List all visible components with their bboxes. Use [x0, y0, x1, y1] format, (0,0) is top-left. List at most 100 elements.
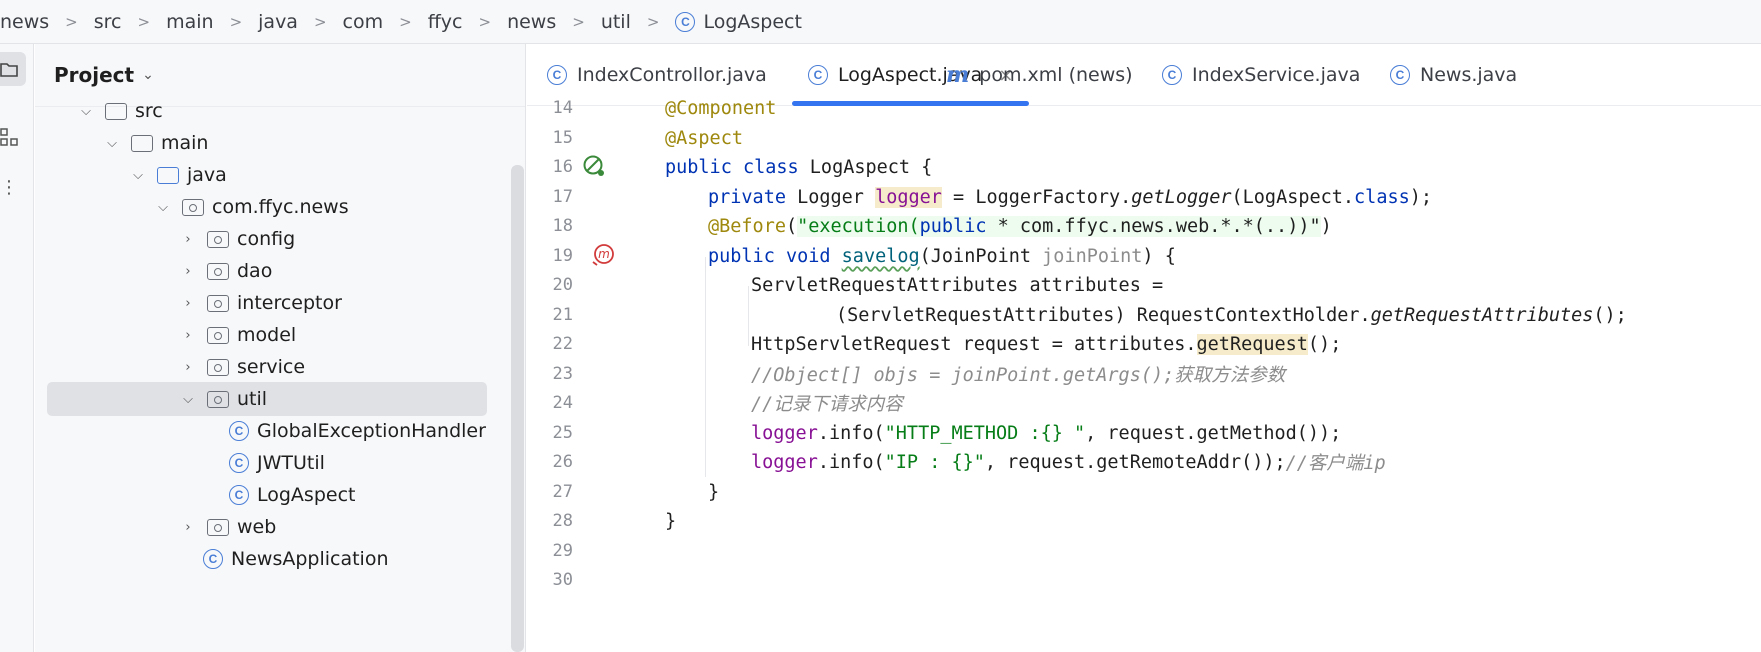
line-number: 26 [552, 452, 573, 472]
code-line: @Aspect [665, 122, 743, 154]
code-token: = LoggerFactory. [941, 186, 1132, 208]
class-icon: C [675, 11, 696, 32]
code-token: joinPoint [1042, 245, 1143, 267]
tree-node-label: main [161, 132, 209, 154]
tree-node-label: model [237, 324, 297, 346]
code-token: logger [875, 186, 942, 208]
maven-icon: m [946, 62, 970, 88]
project-scrollbar[interactable] [511, 165, 524, 652]
breadcrumb-item[interactable]: src [94, 11, 122, 33]
breadcrumb-item[interactable]: main [166, 11, 213, 33]
more-icon[interactable]: ⋮ [0, 170, 26, 204]
code-token: class [1354, 186, 1410, 208]
tree-node-model[interactable]: › model [179, 318, 296, 352]
tree-node-interceptor[interactable]: › interceptor [179, 286, 342, 320]
class-icon: C [229, 421, 249, 441]
tree-node-globalexceptionhandler[interactable]: C GlobalExceptionHandler [229, 414, 486, 448]
breadcrumb-item[interactable]: news [507, 11, 556, 33]
line-number: 16 [552, 157, 573, 177]
code-token: ( [785, 215, 798, 237]
line-number: 28 [552, 511, 573, 531]
code-token: LogAspect { [798, 156, 933, 178]
tree-node-util[interactable]: ⌵ util [47, 382, 487, 416]
code-token: "HTTP_METHOD :{} " [884, 422, 1086, 444]
line-number: 29 [552, 541, 573, 561]
breadcrumb-current[interactable]: C LogAspect [675, 11, 802, 33]
code-token: (); [1307, 333, 1342, 355]
chevron-right-icon[interactable]: › [179, 264, 197, 279]
tree-node-config[interactable]: › config [179, 222, 295, 256]
tab-label: pom.xml (news) [979, 64, 1133, 86]
structure-icon[interactable] [0, 120, 26, 154]
aop-advice-icon[interactable]: m [591, 242, 617, 268]
chevron-right-icon[interactable]: › [179, 520, 197, 535]
code-token: (LogAspect. [1231, 186, 1355, 208]
tab-label: News.java [1420, 64, 1518, 86]
tree-node-label: config [237, 228, 296, 250]
tree-node-label: web [237, 516, 277, 538]
breadcrumb-item[interactable]: ffyc [428, 11, 463, 33]
spring-boot-class-icon: C [203, 549, 223, 569]
breadcrumb: news > src > main > java > com > ffyc > news > … [0, 0, 1761, 44]
code-area[interactable]: @Component @Aspect public class LogAspec… [657, 98, 1761, 652]
line-number: 15 [552, 128, 573, 148]
breadcrumb-item[interactable]: util [601, 11, 631, 33]
chevron-right-icon[interactable]: › [179, 296, 197, 311]
spring-bean-icon[interactable] [581, 153, 607, 179]
chevron-down-icon[interactable]: ⌵ [154, 200, 172, 215]
line-number: 25 [552, 423, 573, 443]
tree-node-com-ffyc-news[interactable]: ⌵ com.ffyc.news [154, 190, 349, 224]
line-number: 17 [552, 187, 573, 207]
code-line: ServletRequestAttributes attributes = [751, 269, 1163, 301]
chevron-right-icon: > [229, 12, 243, 31]
code-token: .info( [817, 451, 885, 473]
tab-indexservice[interactable]: C IndexService.java [1162, 44, 1360, 106]
code-token: getLogger [1131, 186, 1232, 208]
code-line: private Logger logger = LoggerFactory. ge… [708, 181, 1432, 213]
code-token: HttpServletRequest request = attributes. [751, 333, 1197, 355]
chevron-right-icon: > [399, 12, 412, 31]
code-token: } [665, 510, 677, 532]
chevron-right-icon: > [65, 12, 78, 31]
tree-node-label: dao [237, 260, 273, 282]
chevron-down-icon[interactable]: ⌵ [103, 136, 121, 151]
breadcrumb-item[interactable]: news [0, 11, 49, 33]
code-line: logger .info("HTTP_METHOD :{} ", request.… [751, 417, 1341, 449]
tree-node-java[interactable]: ⌵ java [129, 158, 227, 192]
chevron-right-icon: > [646, 12, 660, 31]
code-line: HttpServletRequest request = attributes.… [751, 328, 1341, 360]
package-icon [207, 358, 229, 376]
code-editor[interactable]: 14 15 16 17 18 19 20 21 22 23 24 25 26 2… [527, 98, 1761, 652]
code-line: //Object[] objs = joinPoint.getArgs();获取… [751, 358, 1285, 390]
line-number: 21 [552, 305, 573, 325]
tree-node-src[interactable]: ⌵ src [77, 94, 163, 128]
chevron-down-icon[interactable]: ⌵ [77, 104, 95, 119]
code-token: ); [1409, 186, 1433, 208]
tree-node-dao[interactable]: › dao [179, 254, 272, 288]
chevron-right-icon[interactable]: › [179, 328, 197, 343]
code-token: "IP : {}" [884, 451, 985, 473]
tree-node-jwtutil[interactable]: C JWTUtil [229, 446, 325, 480]
breadcrumb-item[interactable]: com [343, 11, 384, 33]
chevron-down-icon[interactable]: ⌵ [179, 392, 197, 407]
folder-icon[interactable] [0, 52, 26, 86]
breadcrumb-item[interactable]: java [258, 11, 298, 33]
code-token: (JoinPoint [919, 245, 1043, 267]
tree-node-newsapplication[interactable]: C NewsApplication [203, 542, 389, 576]
chevron-down-icon[interactable]: ⌵ [129, 168, 147, 183]
tree-node-label: interceptor [237, 292, 342, 314]
tree-node-main[interactable]: ⌵ main [103, 126, 208, 160]
tree-node-service[interactable]: › service [179, 350, 305, 384]
line-number: 20 [552, 275, 573, 295]
class-icon: C [808, 65, 828, 85]
tree-node-web[interactable]: › web [179, 510, 276, 544]
line-number: 22 [552, 334, 573, 354]
chevron-right-icon[interactable]: › [179, 232, 197, 247]
folder-icon [131, 134, 153, 152]
tab-pom-xml[interactable]: m pom.xml (news) [946, 44, 1133, 106]
tree-node-logaspect[interactable]: C LogAspect [229, 478, 355, 512]
chevron-right-icon[interactable]: › [179, 360, 197, 375]
tab-news[interactable]: C News.java [1390, 44, 1517, 106]
code-token: , request.getRemoteAddr()); [984, 451, 1286, 473]
